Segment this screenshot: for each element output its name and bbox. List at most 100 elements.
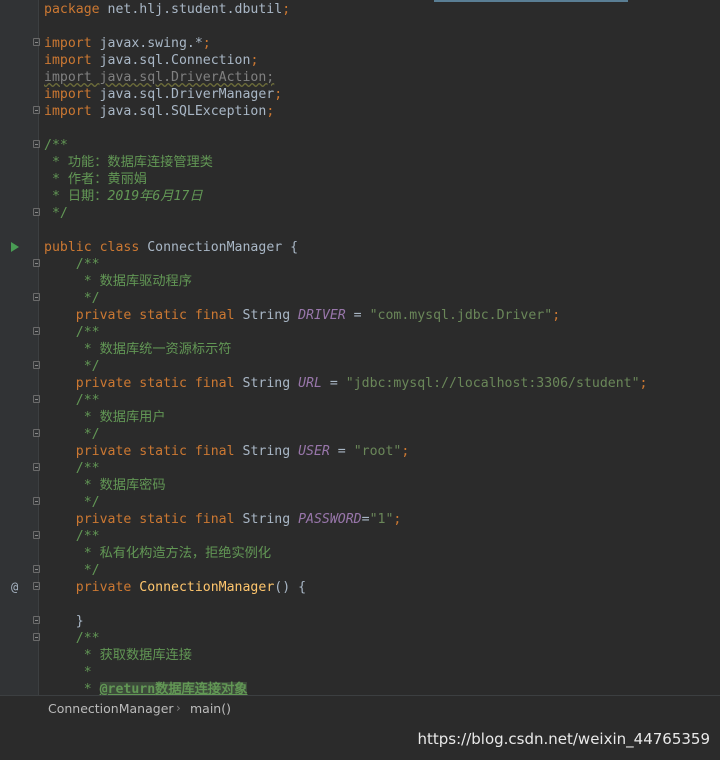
fold-icon[interactable] xyxy=(33,395,40,403)
highlight-marker xyxy=(434,0,628,2)
javadoc-tag: @return xyxy=(99,682,156,695)
constructor-line[interactable]: private ConnectionManager() { xyxy=(44,579,306,596)
kw: import xyxy=(44,87,92,102)
field-name: USER xyxy=(298,444,330,459)
doc-comment-line[interactable]: /** xyxy=(44,256,100,273)
doc-comment-line[interactable]: */ xyxy=(44,358,100,375)
doc-comment-line[interactable]: * 私有化构造方法，拒绝实例化 xyxy=(44,545,271,562)
gutter[interactable] xyxy=(0,0,39,695)
run-arrow-icon[interactable] xyxy=(11,242,19,252)
import-line[interactable]: import java.sql.Connection; xyxy=(44,52,258,69)
breadcrumb-class[interactable]: ConnectionManager xyxy=(48,701,174,716)
fold-icon[interactable] xyxy=(33,259,40,267)
fold-icon[interactable] xyxy=(33,361,40,369)
fold-icon[interactable] xyxy=(33,616,40,624)
fold-icon[interactable] xyxy=(33,208,40,216)
import-line[interactable]: import javax.swing.*; xyxy=(44,35,211,52)
fold-icon[interactable] xyxy=(33,327,40,335)
class-name: ConnectionManager { xyxy=(139,240,299,255)
field-line-url[interactable]: private static final String URL = "jdbc:… xyxy=(44,375,648,392)
string-literal: "com.mysql.jdbc.Driver" xyxy=(369,308,553,323)
doc-comment-line[interactable]: */ xyxy=(44,290,100,307)
modifiers: private static final xyxy=(44,512,235,527)
fold-icon[interactable] xyxy=(33,429,40,437)
semicolon: ; xyxy=(274,87,283,102)
doc-comment-line[interactable]: /** xyxy=(44,137,68,154)
doc-comment-line[interactable]: /** xyxy=(44,528,100,545)
import-name: java.sql.SQLException xyxy=(91,104,267,119)
doc-comment-line[interactable]: */ xyxy=(44,205,68,222)
kw: import xyxy=(44,53,92,68)
doc-comment-line[interactable]: */ xyxy=(44,562,100,579)
semicolon: ; xyxy=(552,308,561,323)
kw: public class xyxy=(44,240,140,255)
override-icon[interactable]: @ xyxy=(11,580,18,594)
fold-icon[interactable] xyxy=(33,531,40,539)
kw: package xyxy=(44,2,100,17)
string-literal: "root" xyxy=(353,444,402,459)
doc-comment-line[interactable]: * 作者：黄丽娟 xyxy=(44,171,147,188)
type: String xyxy=(234,444,299,459)
doc-comment-line[interactable]: */ xyxy=(44,494,100,511)
fold-icon[interactable] xyxy=(33,293,40,301)
doc-comment-line[interactable]: * 数据库统一资源标示符 xyxy=(44,341,232,358)
fold-icon[interactable] xyxy=(33,582,40,590)
kw: import xyxy=(44,104,92,119)
doc-comment-line[interactable]: /** xyxy=(44,324,100,341)
code-editor[interactable]: package net.hlj.student.dbutil; import j… xyxy=(0,0,720,695)
watermark: https://blog.csdn.net/weixin_44765359 xyxy=(417,730,710,748)
modifiers: private static final xyxy=(44,308,235,323)
closing-brace-line[interactable]: } xyxy=(44,613,84,630)
doc-comment-line[interactable]: * 数据库用户 xyxy=(44,409,166,426)
type: String xyxy=(234,512,299,527)
string-literal: "1" xyxy=(369,512,394,527)
field-name: URL xyxy=(298,376,322,391)
fold-icon[interactable] xyxy=(33,38,40,46)
field-line-user[interactable]: private static final String USER = "root… xyxy=(44,443,410,460)
equals: = xyxy=(345,308,370,323)
semicolon: ; xyxy=(266,104,275,119)
unused-import: import java.sql.DriverAction; xyxy=(44,70,275,85)
modifiers: private xyxy=(44,580,140,595)
chevron-right-icon: › xyxy=(176,701,181,715)
equals: = xyxy=(361,512,370,527)
fold-icon[interactable] xyxy=(33,633,40,641)
modifiers: private static final xyxy=(44,444,235,459)
doc-comment-line[interactable]: * 获取数据库连接 xyxy=(44,647,192,664)
doc-comment-line[interactable]: /** xyxy=(44,460,100,477)
semicolon: ; xyxy=(393,512,402,527)
import-line[interactable]: import java.sql.DriverManager; xyxy=(44,86,282,103)
import-line[interactable]: import java.sql.SQLException; xyxy=(44,103,274,120)
doc-comment-line[interactable]: */ xyxy=(44,426,100,443)
import-name: java.sql.Connection xyxy=(91,53,251,68)
type: String xyxy=(234,308,299,323)
doc-comment-line[interactable]: * @return数据库连接对象 xyxy=(44,681,248,695)
class-declaration-line[interactable]: public class ConnectionManager { xyxy=(44,239,298,256)
doc-comment-line[interactable]: * 功能：数据库连接管理类 xyxy=(44,154,213,171)
field-name: DRIVER xyxy=(298,308,346,323)
field-name: PASSWORD xyxy=(298,512,362,527)
doc-comment-line[interactable]: * 数据库密码 xyxy=(44,477,166,494)
field-line-driver[interactable]: private static final String DRIVER = "co… xyxy=(44,307,560,324)
doc-comment-line[interactable]: /** xyxy=(44,630,100,647)
date-value: 2019年6月17日 xyxy=(107,189,203,204)
fold-icon[interactable] xyxy=(33,497,40,505)
doc-comment-line[interactable]: * 日期：2019年6月17日 xyxy=(44,188,203,205)
footer: https://blog.csdn.net/weixin_44765359 xyxy=(0,720,720,760)
import-name: java.sql.DriverManager xyxy=(91,87,275,102)
equals: = xyxy=(329,444,354,459)
doc-comment-line[interactable]: * xyxy=(44,664,92,681)
fold-icon[interactable] xyxy=(33,140,40,148)
fold-icon[interactable] xyxy=(33,106,40,114)
date-label: * 日期： xyxy=(44,189,108,204)
package-line[interactable]: package net.hlj.student.dbutil; xyxy=(44,1,290,18)
type: String xyxy=(234,376,299,391)
breadcrumb-method[interactable]: main() xyxy=(190,701,231,716)
doc-comment-line[interactable]: /** xyxy=(44,392,100,409)
doc-comment-line[interactable]: * 数据库驱动程序 xyxy=(44,273,192,290)
fold-icon[interactable] xyxy=(33,565,40,573)
import-name: javax.swing.* xyxy=(91,36,203,51)
fold-icon[interactable] xyxy=(33,463,40,471)
unused-import-line[interactable]: import java.sql.DriverAction; xyxy=(44,69,274,86)
field-line-password[interactable]: private static final String PASSWORD="1"… xyxy=(44,511,402,528)
